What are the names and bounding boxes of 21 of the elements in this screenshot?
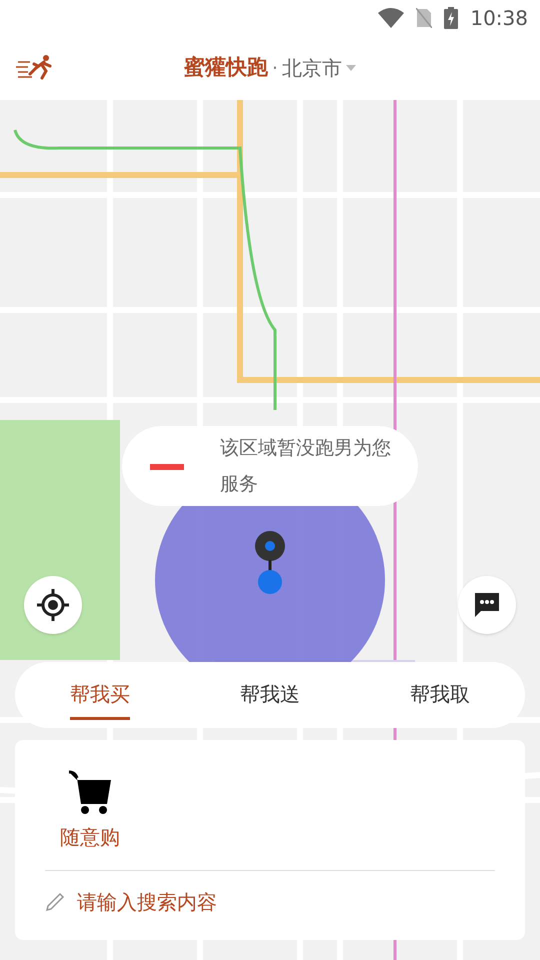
wifi-icon xyxy=(378,8,404,28)
dash-icon xyxy=(150,462,184,470)
location-pin-icon xyxy=(254,530,286,596)
no-sim-icon xyxy=(416,8,432,28)
title-separator: · xyxy=(272,56,278,80)
category-button[interactable]: 随意购 xyxy=(45,770,135,852)
battery-charging-icon xyxy=(444,7,458,29)
cart-icon xyxy=(67,770,113,814)
crosshair-icon xyxy=(37,589,69,621)
status-time: 10:38 xyxy=(470,5,528,32)
city-selector[interactable]: 北京市 xyxy=(282,53,356,83)
service-tab[interactable]: 帮我买 xyxy=(15,662,185,728)
pencil-icon xyxy=(45,892,65,912)
app-title: 蜜獾快跑 xyxy=(184,54,268,82)
notice-text: 该区域暂没跑男为您服务 xyxy=(220,436,392,497)
service-tab[interactable]: 帮我取 xyxy=(355,662,525,728)
caret-icon xyxy=(346,65,356,71)
message-icon xyxy=(473,591,501,619)
service-tab[interactable]: 帮我送 xyxy=(185,662,355,728)
search-field[interactable]: 请输入搜索内容 xyxy=(77,887,495,917)
running-man-icon[interactable] xyxy=(16,54,54,82)
